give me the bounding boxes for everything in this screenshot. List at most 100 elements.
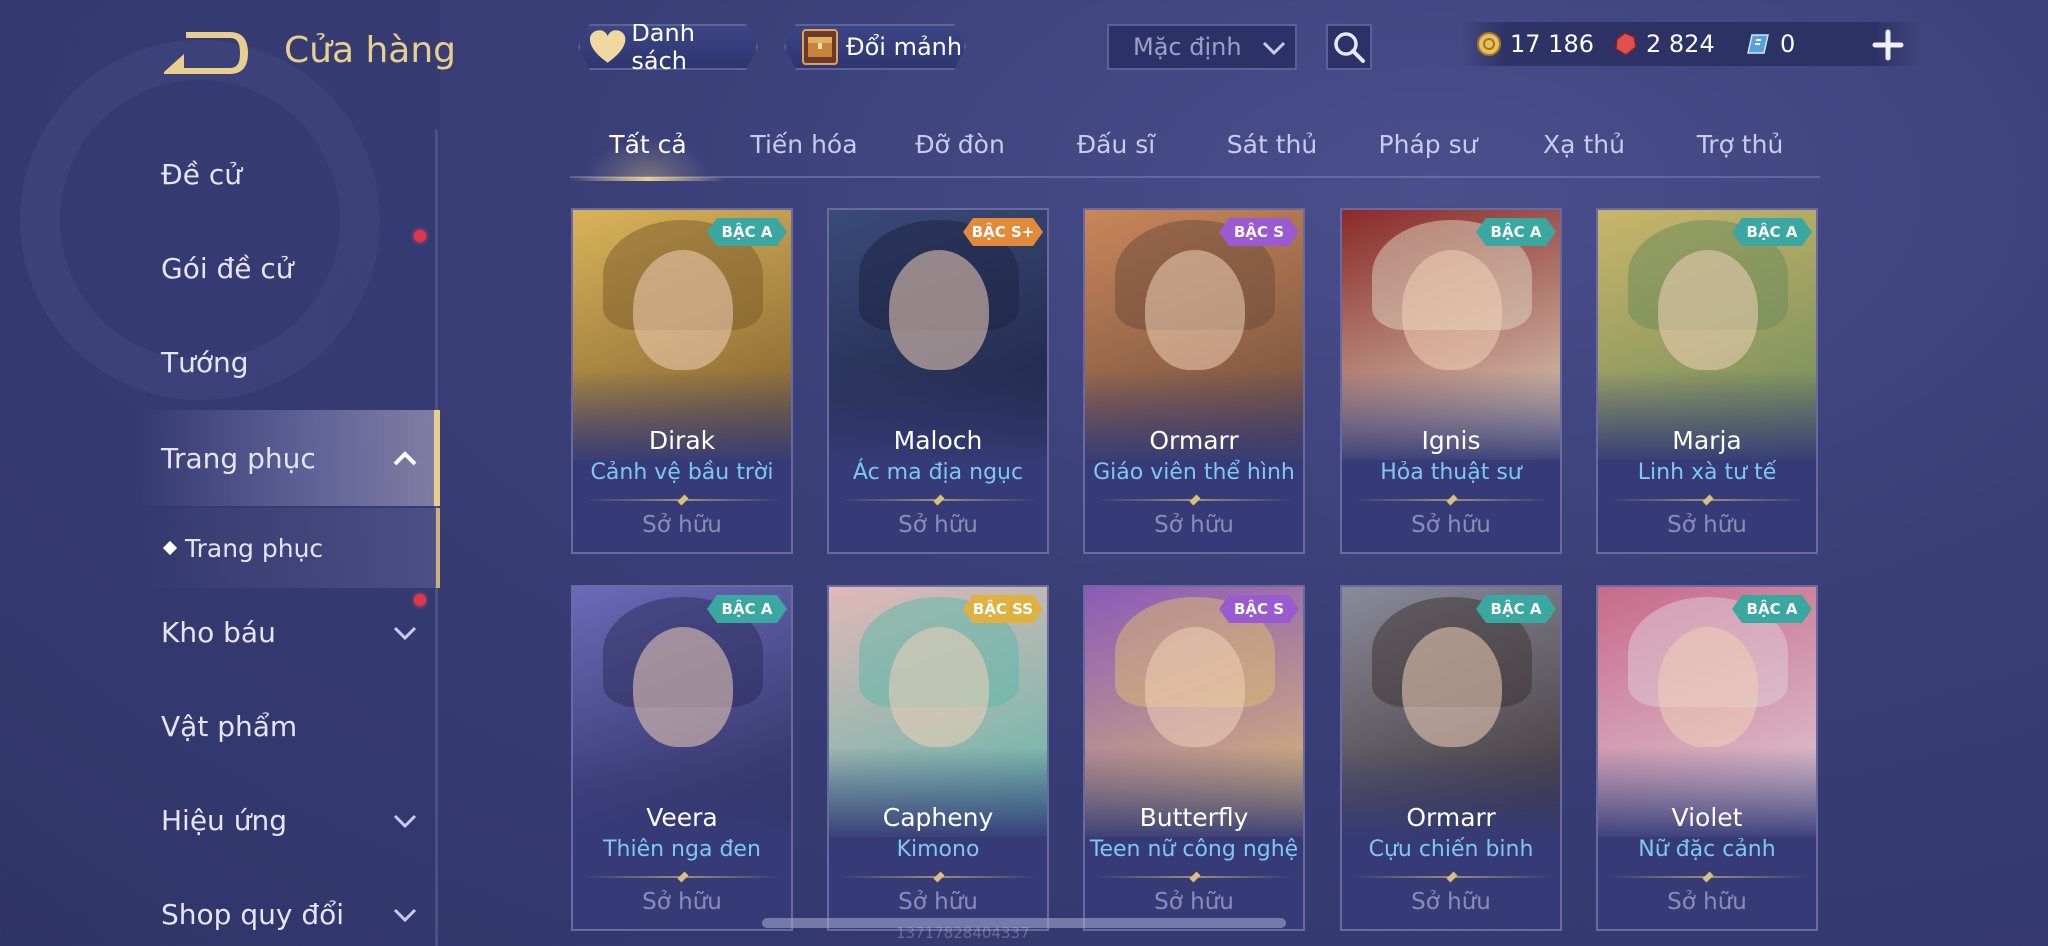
chevron-down-icon [393,626,417,641]
skin-artwork [573,587,791,837]
rank-badge: BẬC S+ [963,218,1043,246]
tab-support[interactable]: Trợ thủ [1662,120,1818,178]
search-button[interactable] [1326,24,1372,70]
search-icon [1334,32,1365,63]
owned-status: Sở hữu [642,512,722,538]
tab-label: Trợ thủ [1696,130,1784,159]
skin-card[interactable]: BẬC A Veera Thiên nga đen Sở hữu [571,585,793,931]
skin-card[interactable]: BẬC A Violet Nữ đặc cảnh Sở hữu [1596,585,1818,931]
notification-dot [414,230,426,242]
skin-artwork [1598,587,1816,837]
skin-card[interactable]: BẬC SS Capheny Kimono Sở hữu [827,585,1049,931]
sort-dropdown-value: Mặc định [1133,33,1242,61]
exchange-shards-button[interactable]: Đổi mảnh [784,24,966,70]
tab-label: Đỡ đòn [915,130,1005,159]
skin-card[interactable]: BẬC A Ignis Hỏa thuật sư Sở hữu [1340,208,1562,554]
skin-name: Linh xà tư tế [1637,460,1777,485]
sidebar-item-label: Hiệu ứng [161,803,287,837]
sidebar-item-label: Vật phẩm [161,709,298,743]
sidebar-item-treasure[interactable]: Kho báu [0,592,440,672]
sidebar-item-heroes[interactable]: Tướng [0,322,440,402]
rank-badge: BẬC A [1732,218,1812,246]
owned-status: Sở hữu [642,889,722,915]
chevron-up-icon [393,451,417,466]
divider-ornament-icon [1446,494,1458,506]
owned-status: Sở hữu [1667,889,1747,915]
rank-badge: BẬC A [1476,218,1556,246]
skin-card[interactable]: BẬC S Ormarr Giáo viên thể hình Sở hữu [1083,208,1305,554]
rank-badge: BẬC A [707,218,787,246]
ruby-amount: 2 824 [1646,30,1715,58]
gold-amount: 17 186 [1510,30,1594,58]
rank-badge: BẬC A [707,595,787,623]
sidebar-item-featured[interactable]: Đề cử [0,134,440,214]
tab-evolution[interactable]: Tiến hóa [726,120,882,178]
plus-icon [1872,29,1904,61]
skin-artwork-shape [1658,627,1758,747]
tab-marksman[interactable]: Xạ thủ [1506,120,1662,178]
sidebar-item-skins[interactable]: Trang phục [140,410,440,506]
hero-name: Butterfly [1139,803,1249,832]
skin-artwork [829,210,1047,460]
sidebar-item-label: Shop quy đổi [161,897,344,931]
back-arrow-icon [164,32,248,74]
skin-artwork-shape [1145,250,1245,370]
tab-fighter[interactable]: Đấu sĩ [1038,120,1194,178]
skin-card[interactable]: BẬC S Butterfly Teen nữ công nghệ Sở hữu [1083,585,1305,931]
back-button[interactable] [160,28,248,78]
hero-name: Veera [646,803,718,832]
skin-artwork [1342,210,1560,460]
sidebar-subitem-skins[interactable]: Trang phục [140,508,440,588]
exchange-shards-label: Đổi mảnh [846,33,963,61]
sidebar-item-featured-bundles[interactable]: Gói đề cử [0,228,440,308]
skin-artwork-shape [1658,250,1758,370]
owned-status: Sở hữu [1411,889,1491,915]
add-currency-button[interactable] [1872,24,1904,64]
sort-dropdown[interactable]: Mặc định [1107,24,1297,70]
rank-badge: BẬC A [1732,595,1812,623]
skin-name: Teen nữ công nghệ [1089,837,1299,862]
voucher-currency: 0 [1746,30,1795,58]
skin-card[interactable]: BẬC S+ Maloch Ác ma địa ngục Sở hữu [827,208,1049,554]
chevron-down-icon [393,814,417,829]
tab-assassin[interactable]: Sát thủ [1194,120,1350,178]
wishlist-button[interactable]: Danh sách [578,24,758,70]
skin-card[interactable]: BẬC A Marja Linh xà tư tế Sở hữu [1596,208,1818,554]
sidebar-item-label: Trang phục [161,441,316,475]
heart-icon [588,29,627,65]
skin-card[interactable]: BẬC A Dirak Cảnh vệ bầu trời Sở hữu [571,208,793,554]
sidebar-item-label: Đề cử [161,157,242,191]
tab-tank[interactable]: Đỡ đòn [882,120,1038,178]
divider-ornament-icon [1702,494,1714,506]
sidebar-item-effects[interactable]: Hiệu ứng [0,780,440,860]
tab-label: Tất cả [609,130,687,159]
skin-artwork [573,210,791,460]
chevron-down-icon [393,908,417,923]
divider-ornament-icon [1702,871,1714,883]
hero-name: Ormarr [1149,426,1239,455]
tab-label: Sát thủ [1226,130,1318,159]
divider-ornament-icon [933,871,945,883]
tab-label: Đấu sĩ [1076,130,1156,159]
diamond-bullet-icon [162,540,178,556]
skin-name: Ác ma địa ngục [852,460,1024,485]
tab-label: Xạ thủ [1543,130,1625,159]
skin-artwork-shape [1145,627,1245,747]
tab-all[interactable]: Tất cả [570,120,726,181]
skin-artwork-shape [889,250,989,370]
sidebar-item-items[interactable]: Vật phẩm [0,686,440,766]
skin-name: Cựu chiến binh [1368,837,1534,862]
skin-name: Giáo viên thể hình [1093,460,1295,485]
gold-currency: 17 186 [1476,30,1594,58]
tab-label: Tiến hóa [750,130,858,159]
notification-dot [414,594,426,606]
owned-status: Sở hữu [1411,512,1491,538]
owned-status: Sở hữu [898,889,978,915]
tab-mage[interactable]: Pháp sư [1350,120,1506,178]
skin-card[interactable]: BẬC A Ormarr Cựu chiến binh Sở hữu [1340,585,1562,931]
treasure-chest-icon [800,27,840,67]
gold-coin-icon [1477,32,1501,56]
skin-artwork-shape [1402,250,1502,370]
sidebar-item-exchange-shop[interactable]: Shop quy đổi [0,874,440,946]
divider-ornament-icon [1446,871,1458,883]
